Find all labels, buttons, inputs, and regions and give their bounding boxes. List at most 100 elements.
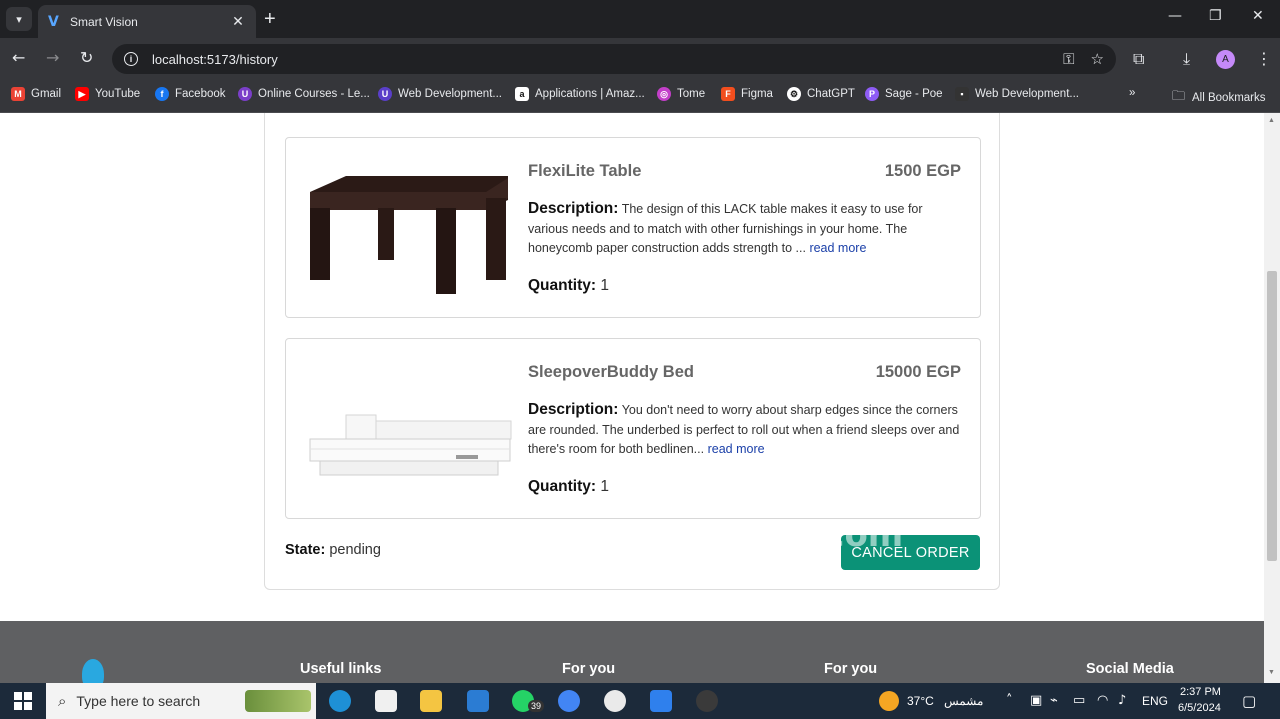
key-icon[interactable]: ⚿	[1063, 50, 1074, 68]
mail-icon[interactable]	[467, 690, 489, 712]
read-more-link[interactable]: read more	[809, 241, 866, 255]
file-explorer-icon[interactable]	[420, 690, 442, 712]
footer-logo	[82, 659, 104, 683]
address-bar[interactable]: i localhost:5173/history ⚿ ☆	[112, 44, 1116, 74]
bookmark-facebook[interactable]: f Facebook	[155, 87, 226, 101]
extensions-icon[interactable]: ⧉	[1133, 49, 1144, 69]
bookmark-chatgpt[interactable]: ⚙ ChatGPT	[787, 87, 855, 101]
product-quantity: Quantity: 1	[528, 277, 609, 295]
scroll-up-icon[interactable]: ▲	[1268, 117, 1275, 124]
quantity-label: Quantity:	[528, 277, 597, 294]
bookmark-gmail[interactable]: M Gmail	[11, 87, 61, 101]
close-tab-icon[interactable]: ✕	[230, 13, 246, 30]
weather-text[interactable]: مشمس	[944, 694, 983, 708]
bookmark-figma[interactable]: F Figma	[721, 87, 773, 101]
chatgpt-icon: ⚙	[787, 87, 801, 101]
new-tab-button[interactable]: +	[264, 8, 276, 30]
profile-avatar[interactable]: A	[1216, 50, 1235, 69]
github-icon[interactable]	[696, 690, 718, 712]
temperature[interactable]: 37°C	[907, 694, 934, 708]
read-more-link[interactable]: read more	[708, 442, 765, 456]
vite-favicon-icon: V	[48, 13, 59, 30]
windows-start-icon[interactable]	[14, 692, 32, 710]
notification-icon[interactable]: ▢	[1242, 692, 1256, 710]
chrome-icon[interactable]	[558, 690, 580, 712]
chevron-up-icon[interactable]: ˄	[1006, 693, 1013, 708]
whatsapp-badge: 39	[528, 700, 545, 712]
watermark: نفذلي nafezly.com	[560, 515, 904, 555]
search-highlight-image	[245, 690, 311, 712]
all-bookmarks-button[interactable]: 🗀 All Bookmarks	[1172, 87, 1266, 109]
page-scrollbar[interactable]: ▲ ▼	[1264, 113, 1280, 683]
star-icon[interactable]: ☆	[1091, 50, 1104, 68]
description-label: Description:	[528, 200, 619, 217]
product-price: 15000 EGP	[875, 363, 961, 381]
bookmark-online-courses[interactable]: U Online Courses - Le...	[238, 87, 370, 101]
tab-smart-vision[interactable]: V Smart Vision ✕	[38, 5, 256, 38]
bookmarks-bar: M Gmail ▶ YouTube f Facebook U Online Course…	[0, 80, 1280, 113]
search-icon: ⌕	[58, 692, 67, 710]
bookmark-tome[interactable]: ◎ Tome	[657, 87, 705, 101]
product-description: Description: You don't need to worry abo…	[528, 400, 963, 460]
clock-time[interactable]: 2:37 PM	[1180, 686, 1221, 698]
footer-heading-useful-links: Useful links	[300, 661, 382, 677]
clock-date[interactable]: 6/5/2024	[1178, 702, 1221, 714]
store-icon[interactable]	[375, 690, 397, 712]
language-indicator[interactable]: ENG	[1142, 694, 1168, 708]
weather-icon[interactable]	[879, 691, 899, 711]
reload-icon[interactable]: ↻	[80, 48, 93, 67]
meet-icon[interactable]: ▣	[1030, 693, 1042, 708]
footer-heading-social-media: Social Media	[1086, 661, 1174, 677]
folder-icon: 🗀	[1172, 89, 1186, 104]
scroll-thumb[interactable]	[1267, 271, 1277, 561]
footer-heading-for-you: For you	[562, 661, 616, 677]
url-text[interactable]: localhost:5173/history	[152, 52, 1047, 67]
app-icon[interactable]	[604, 690, 626, 712]
state-label: State:	[285, 542, 326, 558]
figma-icon: F	[721, 87, 735, 101]
page-content: FlexiLite Table 1500 EGP Description: Th…	[0, 113, 1264, 683]
edge-icon[interactable]	[329, 690, 351, 712]
bookmark-youtube[interactable]: ▶ YouTube	[75, 87, 140, 101]
facebook-icon: f	[155, 87, 169, 101]
more-bookmarks-icon[interactable]: »	[1129, 87, 1135, 99]
bookmark-amazon[interactable]: a Applications | Amaz...	[515, 87, 645, 101]
menu-icon[interactable]: ⋮	[1256, 49, 1272, 68]
order-item: SleepoverBuddy Bed 15000 EGP Description…	[285, 338, 981, 519]
state-value: pending	[329, 542, 381, 558]
site-info-icon[interactable]: i	[124, 52, 138, 66]
taskbar-search-placeholder: Type here to search	[76, 693, 201, 709]
minimize-icon[interactable]: —	[1168, 8, 1182, 24]
product-name: SleepoverBuddy Bed	[528, 363, 694, 381]
wifi-icon[interactable]: ◠	[1097, 693, 1108, 708]
youtube-icon: ▶	[75, 87, 89, 101]
bed-product-image	[309, 414, 512, 476]
volume-icon[interactable]: ♪	[1118, 693, 1126, 708]
download-icon[interactable]: ⤓	[1183, 49, 1190, 69]
scroll-down-icon[interactable]: ▼	[1268, 669, 1275, 676]
footer-heading-for-you-2: For you	[824, 661, 878, 677]
tome-icon: ◎	[657, 87, 671, 101]
quantity-value: 1	[600, 478, 609, 495]
forward-arrow-icon[interactable]: →	[46, 48, 59, 67]
restore-icon[interactable]: ❐	[1209, 8, 1222, 24]
back-arrow-icon[interactable]: ←	[12, 48, 25, 67]
window-close-icon[interactable]: ✕	[1252, 8, 1264, 24]
tab-search-button[interactable]: ▾	[6, 7, 32, 31]
tab-strip: ▾ V Smart Vision ✕ + — ❐ ✕	[0, 0, 1280, 38]
webdev2-icon: ▪	[955, 87, 969, 101]
vscode-icon[interactable]	[650, 690, 672, 712]
bookmark-web-development[interactable]: U Web Development...	[378, 87, 502, 101]
network-off-icon[interactable]: ⌁	[1050, 693, 1058, 708]
order-state: State: pending	[285, 542, 381, 558]
quantity-label: Quantity:	[528, 478, 597, 495]
bookmark-web-development-2[interactable]: ▪ Web Development...	[955, 87, 1079, 101]
description-label: Description:	[528, 401, 619, 418]
bookmark-sage-poe[interactable]: P Sage - Poe	[865, 87, 943, 101]
battery-icon[interactable]: ▭	[1073, 693, 1085, 708]
table-product-image	[310, 176, 508, 294]
product-price: 1500 EGP	[884, 162, 961, 180]
product-description: Description: The design of this LACK tab…	[528, 199, 963, 259]
browser-toolbar: ← → ↻ i localhost:5173/history ⚿ ☆ ⧉ ⤓ A…	[0, 38, 1280, 80]
gmail-icon: M	[11, 87, 25, 101]
